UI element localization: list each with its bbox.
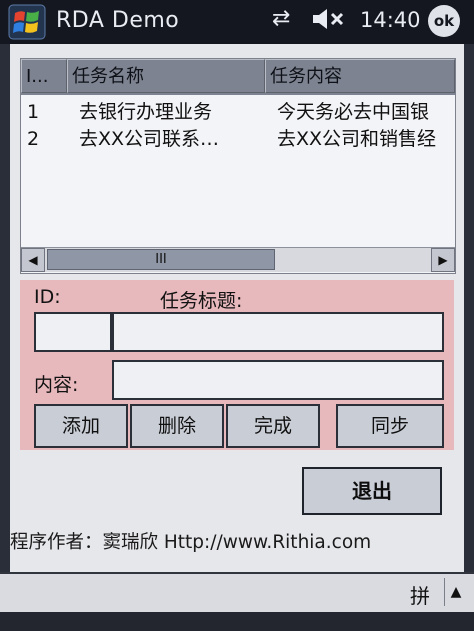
speaker-muted-icon[interactable]: [310, 6, 346, 38]
delete-button[interactable]: 删除: [130, 404, 224, 448]
ok-button[interactable]: ok: [428, 5, 460, 37]
exit-button[interactable]: 退出: [302, 467, 442, 515]
input-method-arrow-up-icon[interactable]: ▲: [444, 578, 467, 606]
complete-button[interactable]: 完成: [226, 404, 320, 448]
author-footer: 程序作者：窦瑞欣 Http://www.Rithia.com: [10, 532, 372, 553]
device-screen: RDA Demo ⇄ 14:40 ok I... 任务名称 任务内容 1 去银行…: [0, 0, 474, 631]
main-content: I... 任务名称 任务内容 1 去银行办理业务 今天务必去中国银 2 去XX公…: [10, 44, 464, 572]
task-edit-panel: ID: 任务标题: 内容: 添加 删除 完成 同步: [20, 280, 454, 450]
id-label: ID:: [34, 286, 61, 308]
row-task-content: 今天务必去中国银: [277, 101, 430, 123]
input-method-pinyin[interactable]: 拼: [410, 580, 430, 609]
add-button[interactable]: 添加: [34, 404, 128, 448]
horizontal-scrollbar[interactable]: ◀ III ▶: [21, 247, 455, 272]
row-id: 1: [27, 101, 40, 123]
content-label: 内容:: [34, 374, 79, 396]
row-id: 2: [27, 128, 40, 150]
id-input[interactable]: [34, 312, 112, 352]
clock-time[interactable]: 14:40: [360, 8, 421, 32]
row-task-content: 去XX公司和销售经: [277, 128, 437, 150]
scroll-thumb[interactable]: III: [47, 249, 275, 270]
device-bottom-edge: [0, 612, 474, 631]
column-header-id[interactable]: I...: [21, 59, 67, 93]
app-title: RDA Demo: [56, 8, 180, 33]
connectivity-icon[interactable]: ⇄: [272, 6, 290, 31]
column-header-task-name[interactable]: 任务名称: [67, 59, 265, 93]
list-rows: 1 去银行办理业务 今天务必去中国银 2 去XX公司联系… 去XX公司和销售经: [21, 99, 455, 153]
input-panel-bar: 拼 ▲: [0, 572, 474, 614]
task-title-input[interactable]: [112, 312, 444, 352]
windows-start-icon[interactable]: [8, 4, 46, 40]
column-header-task-content[interactable]: 任务内容: [265, 59, 455, 93]
scroll-left-icon[interactable]: ◀: [21, 248, 45, 272]
list-header: I... 任务名称 任务内容: [21, 59, 455, 95]
task-title-label: 任务标题:: [160, 290, 243, 312]
task-list-view[interactable]: I... 任务名称 任务内容 1 去银行办理业务 今天务必去中国银 2 去XX公…: [20, 58, 456, 274]
row-task-name: 去XX公司联系…: [79, 128, 220, 150]
task-content-input[interactable]: [112, 360, 444, 400]
table-row[interactable]: 1 去银行办理业务 今天务必去中国银: [21, 99, 455, 126]
row-task-name: 去银行办理业务: [79, 101, 213, 123]
sync-button[interactable]: 同步: [336, 404, 444, 448]
title-bar: RDA Demo ⇄ 14:40 ok: [0, 0, 474, 44]
table-row[interactable]: 2 去XX公司联系… 去XX公司和销售经: [21, 126, 455, 153]
scroll-right-icon[interactable]: ▶: [431, 248, 455, 272]
